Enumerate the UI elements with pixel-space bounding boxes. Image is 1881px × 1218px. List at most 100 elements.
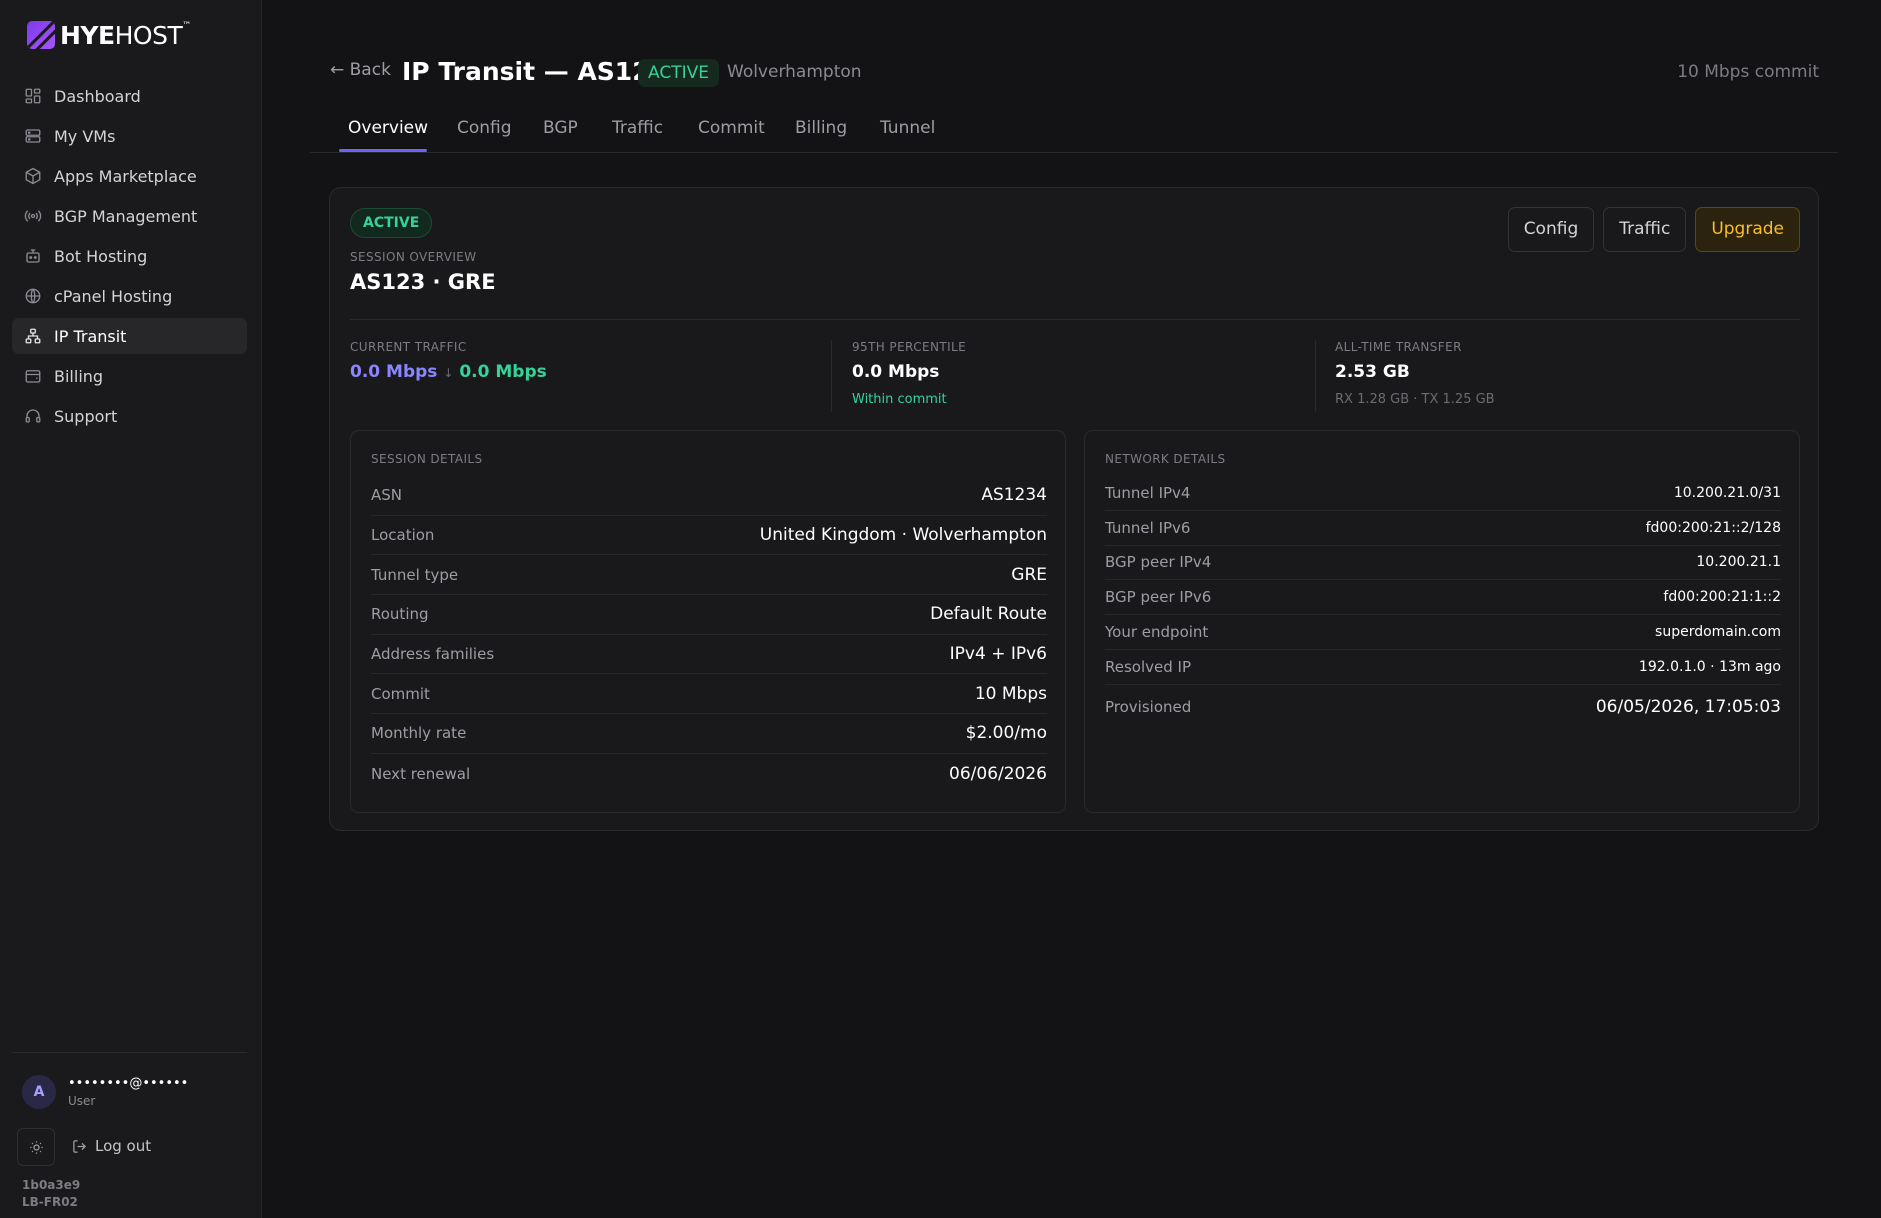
logo-icon: [27, 21, 55, 49]
panel-title: SESSION DETAILS: [371, 452, 483, 466]
arrow-down-icon: ↓: [443, 366, 454, 380]
tab-bgp[interactable]: BGP: [543, 118, 578, 138]
sidebar-item-bgp-management[interactable]: BGP Management: [12, 198, 247, 234]
network-details-panel: NETWORK DETAILS Tunnel IPv4 10.200.21.0/3…: [1084, 430, 1800, 813]
sidebar-item-bot-hosting[interactable]: Bot Hosting: [12, 238, 247, 274]
sidebar-item-label: cPanel Hosting: [54, 286, 173, 306]
detail-row-location: Location United Kingdom · Wolverhampton: [371, 516, 1047, 556]
sidebar-item-label: IP Transit: [54, 326, 127, 346]
stat-label: CURRENT TRAFFIC: [350, 340, 467, 354]
stat-current-traffic: CURRENT TRAFFIC 0.0 Mbps ↓ 0.0 Mbps: [350, 340, 547, 412]
detail-row-provisioned: Provisioned 06/05/2026, 17:05:03: [1105, 696, 1781, 717]
session-overview-card: ACTIVE SESSION OVERVIEW AS123 · GRE Conf…: [329, 187, 1819, 831]
detail-row-monthly-rate: Monthly rate $2.00/mo: [371, 714, 1047, 754]
bot-icon: [26, 249, 40, 263]
dashboard-icon: [25, 88, 41, 104]
user-email: ••••••••@••••••: [68, 1076, 189, 1091]
sidebar-nav: Dashboard My VMs Apps Marketplace BGP Ma…: [12, 78, 247, 438]
sidebar-item-label: Support: [54, 406, 118, 426]
tab-config[interactable]: Config: [457, 118, 512, 138]
upgrade-button[interactable]: Upgrade: [1695, 207, 1800, 252]
sidebar-item-support[interactable]: Support: [12, 398, 247, 434]
avatar: A: [22, 1075, 56, 1109]
sun-icon: [29, 1140, 43, 1154]
stat-sub: RX 1.28 GB · TX 1.25 GB: [1335, 392, 1495, 407]
detail-row-commit: Commit 10 Mbps: [371, 674, 1047, 715]
logout-icon: [73, 1139, 87, 1153]
tab-bar: Overview Config BGP Traffic Commit Billi…: [310, 112, 1838, 153]
sidebar-item-ip-transit[interactable]: IP Transit: [12, 318, 247, 354]
stat-value: 2.53 GB: [1335, 362, 1410, 382]
stat-label: ALL-TIME TRANSFER: [1335, 340, 1462, 354]
globe-icon: [25, 288, 41, 304]
sidebar: HYEHOST™ Dashboard My VMs Apps Marketpla…: [0, 0, 262, 1218]
back-link[interactable]: ← Back: [330, 60, 391, 80]
sidebar-item-apps-marketplace[interactable]: Apps Marketplace: [12, 158, 247, 194]
stat-separator: [831, 340, 832, 412]
sidebar-item-my-vms[interactable]: My VMs: [12, 118, 247, 154]
detail-row-asn: ASN AS1234: [371, 476, 1047, 516]
stat-value: 0.0 Mbps: [852, 362, 940, 382]
detail-row-bgp-peer-ipv4: BGP peer IPv4 10.200.21.1: [1105, 546, 1781, 581]
sidebar-item-label: Bot Hosting: [54, 246, 148, 266]
commit-label: 10 Mbps commit: [1677, 62, 1819, 82]
session-details-panel: SESSION DETAILS ASN AS1234 Location United…: [350, 430, 1066, 813]
location-label: Wolverhampton: [727, 62, 862, 82]
sidebar-item-label: BGP Management: [54, 206, 198, 226]
detail-row-resolved-ip: Resolved IP 192.0.1.0 · 13m ago: [1105, 650, 1781, 685]
stat-sub: Within commit: [852, 392, 947, 407]
sidebar-item-label: My VMs: [54, 126, 116, 146]
sidebar-item-billing[interactable]: Billing: [12, 358, 247, 394]
billing-icon: [25, 370, 41, 383]
detail-row-tunnel-type: Tunnel type GRE: [371, 555, 1047, 596]
tx-rate: 0.0 Mbps: [459, 362, 547, 382]
brand-logo[interactable]: HYEHOST™: [27, 18, 191, 52]
tab-billing[interactable]: Billing: [795, 118, 847, 138]
rx-rate: 0.0 Mbps: [350, 362, 438, 382]
stat-label: 95TH PERCENTILE: [852, 340, 967, 354]
headset-icon: [25, 409, 41, 423]
detail-row-address-families: Address families IPv4 + IPv6: [371, 635, 1047, 675]
logout-button[interactable]: Log out: [72, 1137, 151, 1155]
config-button[interactable]: Config: [1507, 207, 1595, 252]
package-icon: [25, 167, 41, 185]
brand-name: HYEHOST™: [60, 20, 191, 50]
tab-commit[interactable]: Commit: [698, 118, 765, 138]
card-actions: Config Traffic Upgrade: [1499, 207, 1800, 252]
detail-row-tunnel-ipv6: Tunnel IPv6 fd00:200:21::2/128: [1105, 511, 1781, 546]
sidebar-item-label: Billing: [54, 366, 104, 386]
card-status-badge: ACTIVE: [350, 208, 433, 238]
active-tab-indicator: [339, 149, 427, 152]
tab-overview[interactable]: Overview: [348, 118, 428, 138]
build-info: 1b0a3e9 LB-FR02: [22, 1177, 80, 1211]
build-node: LB-FR02: [22, 1195, 78, 1209]
broadcast-icon: [24, 210, 42, 222]
sidebar-item-dashboard[interactable]: Dashboard: [12, 78, 247, 114]
logout-label: Log out: [95, 1137, 152, 1155]
tab-tunnel[interactable]: Tunnel: [880, 118, 935, 138]
sidebar-item-cpanel-hosting[interactable]: cPanel Hosting: [12, 278, 247, 314]
theme-toggle-button[interactable]: [17, 1128, 55, 1166]
stat-separator: [1315, 340, 1316, 412]
sidebar-item-label: Apps Marketplace: [54, 166, 197, 186]
card-eyebrow: SESSION OVERVIEW: [350, 250, 477, 264]
tab-traffic[interactable]: Traffic: [612, 118, 663, 138]
detail-row-your-endpoint: Your endpoint superdomain.com: [1105, 615, 1781, 650]
traffic-button[interactable]: Traffic: [1603, 207, 1687, 252]
panel-title: NETWORK DETAILS: [1105, 452, 1226, 466]
card-title: AS123 · GRE: [350, 270, 496, 294]
stat-95th-percentile: 95TH PERCENTILE 0.0 Mbps Within commit: [852, 340, 966, 412]
detail-row-tunnel-ipv4: Tunnel IPv4 10.200.21.0/31: [1105, 476, 1781, 511]
user-role: User: [68, 1094, 96, 1108]
status-badge: ACTIVE: [638, 59, 719, 87]
card-divider: [350, 319, 1800, 320]
stat-value: 0.0 Mbps ↓ 0.0 Mbps: [350, 362, 547, 382]
detail-row-bgp-peer-ipv6: BGP peer IPv6 fd00:200:21:1::2: [1105, 580, 1781, 616]
sidebar-divider: [12, 1052, 247, 1053]
user-profile[interactable]: A ••••••••@•••••• User: [22, 1075, 188, 1109]
server-icon: [25, 129, 41, 143]
detail-row-routing: Routing Default Route: [371, 595, 1047, 635]
network-icon: [25, 328, 41, 344]
sidebar-item-label: Dashboard: [54, 86, 141, 106]
stat-all-time-transfer: ALL-TIME TRANSFER 2.53 GB RX 1.28 GB · T…: [1335, 340, 1495, 412]
